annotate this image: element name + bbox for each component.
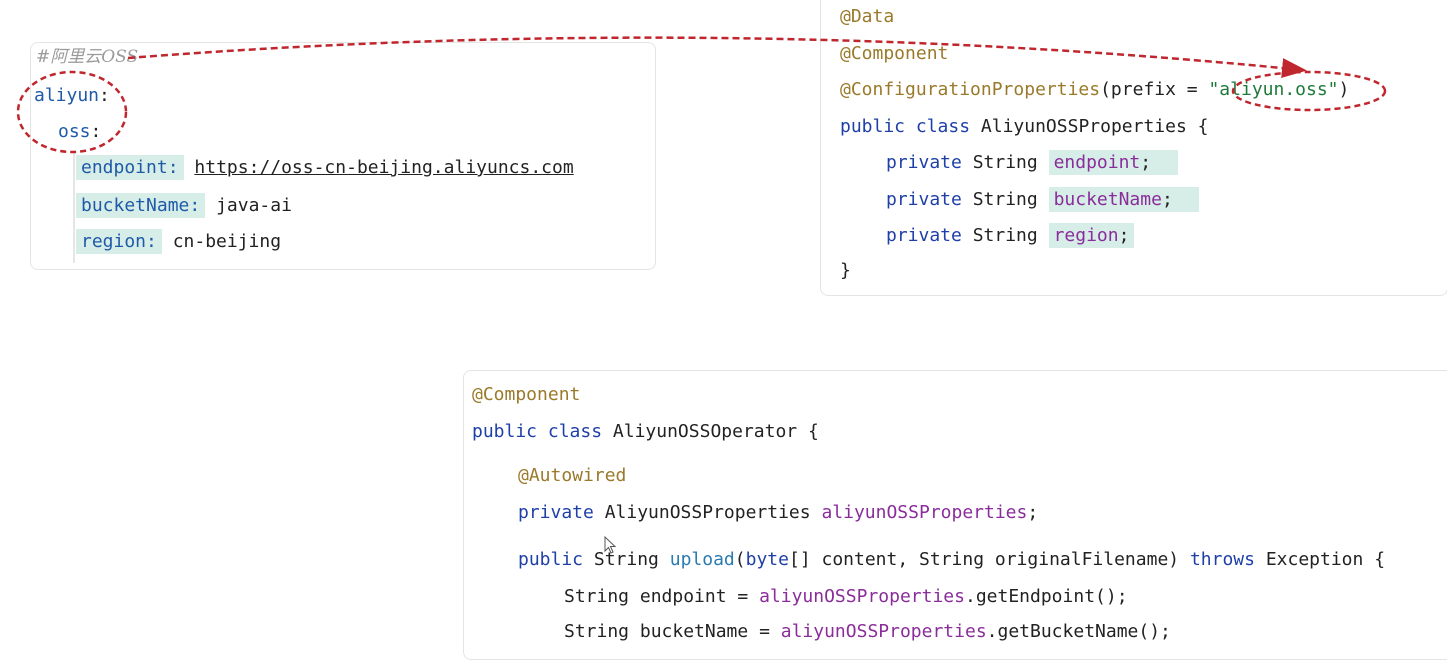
op-class-name: AliyunOSSOperator { — [612, 421, 819, 442]
method-upload: upload — [669, 549, 735, 570]
type-string: String — [972, 152, 1038, 173]
yaml-comment: #阿里云OSS — [36, 47, 139, 67]
kw-private: private — [886, 189, 962, 210]
prefix-value: "aliyun.oss" — [1208, 79, 1339, 100]
semicolon: ; — [1140, 152, 1152, 173]
yaml-endpoint-line: endpoint: https://oss-cn-beijing.aliyunc… — [76, 155, 574, 181]
props-field-region: private String region; — [886, 223, 1135, 249]
yaml-oss-key: oss — [58, 121, 91, 142]
props-field-bucket: private String bucketName; — [886, 187, 1200, 213]
field-region: region — [1053, 225, 1119, 246]
config-close: ) — [1338, 79, 1350, 100]
paren-open: ( — [734, 549, 746, 570]
yaml-colon: : — [90, 121, 102, 142]
field-region-hl: region; — [1048, 223, 1135, 248]
yaml-aliyun-key: aliyun — [34, 85, 100, 106]
endpoint-call: .getEndpoint(); — [964, 586, 1128, 607]
op-field-name: aliyunOSSProperties — [821, 502, 1028, 523]
kw-byte: byte — [745, 549, 789, 570]
bucket-call: .getBucketName(); — [986, 621, 1171, 642]
field-bucket-hl: bucketName; — [1048, 187, 1200, 212]
field-endpoint-hl: endpoint; — [1048, 150, 1178, 175]
bucket-obj: aliyunOSSProperties — [780, 621, 987, 642]
op-field-line: private AliyunOSSProperties aliyunOSSPro… — [518, 500, 1038, 526]
props-close-brace: } — [840, 260, 851, 281]
yaml-oss-line: oss: — [58, 119, 101, 145]
yaml-aliyun-line: aliyun: — [34, 83, 110, 109]
endpoint-obj: aliyunOSSProperties — [759, 586, 965, 607]
anno-config-line: @ConfigurationProperties(prefix = "aliyu… — [840, 77, 1349, 103]
op-anno-component: @Component — [472, 384, 581, 405]
op-line-endpoint: String endpoint = aliyunOSSProperties.ge… — [564, 584, 1128, 610]
anno-config: @ConfigurationProperties — [840, 79, 1101, 100]
op-method-signature: public String upload(byte[] content, Str… — [518, 547, 1385, 573]
field-bucket: bucketName — [1053, 189, 1162, 210]
anno-component: @Component — [840, 43, 949, 64]
op-line-bucket: String bucketName = aliyunOSSProperties.… — [564, 619, 1171, 645]
op-class-decl: public class AliyunOSSOperator { — [472, 419, 819, 445]
bucket-decl: String bucketName = — [564, 621, 781, 642]
type-string: String — [972, 225, 1038, 246]
kw-public: public — [840, 116, 906, 137]
kw-class: class — [915, 116, 971, 137]
yaml-region-value: cn-beijing — [172, 231, 282, 252]
type-string: String — [972, 189, 1038, 210]
kw-class: class — [547, 421, 603, 442]
props-field-endpoint: private String endpoint; — [886, 150, 1178, 176]
yaml-bucket-value: java-ai — [216, 195, 292, 216]
kw-private: private — [886, 225, 962, 246]
yaml-endpoint-key: endpoint: — [76, 155, 184, 180]
yaml-bucket-line: bucketName: java-ai — [76, 193, 292, 219]
semicolon: ; — [1118, 225, 1130, 246]
field-endpoint: endpoint — [1053, 152, 1141, 173]
props-class-decl: public class AliyunOSSProperties { — [840, 114, 1208, 140]
kw-throws: throws — [1189, 549, 1255, 570]
props-class-name: AliyunOSSProperties { — [980, 116, 1209, 137]
endpoint-decl: String endpoint = — [564, 586, 760, 607]
config-open: (prefix = — [1100, 79, 1209, 100]
semicolon: ; — [1027, 502, 1039, 523]
yaml-bucket-key: bucketName: — [76, 193, 206, 218]
kw-private: private — [886, 152, 962, 173]
kw-public: public — [472, 421, 538, 442]
op-field-type: AliyunOSSProperties — [604, 502, 811, 523]
yaml-endpoint-value[interactable]: https://oss-cn-beijing.aliyuncs.com — [194, 157, 573, 178]
yaml-colon: : — [99, 85, 110, 106]
semicolon: ; — [1161, 189, 1173, 210]
op-anno-autowired: @Autowired — [518, 465, 627, 486]
kw-public: public — [518, 549, 584, 570]
yaml-region-key: region: — [76, 229, 162, 254]
params-rest: [] content, String originalFilename) — [788, 549, 1190, 570]
kw-private: private — [518, 502, 594, 523]
indent-guide — [73, 151, 75, 263]
anno-data: @Data — [840, 6, 895, 27]
mouse-cursor-icon — [604, 536, 617, 554]
yaml-region-line: region: cn-beijing — [76, 229, 281, 255]
exception-type: Exception { — [1254, 549, 1386, 570]
